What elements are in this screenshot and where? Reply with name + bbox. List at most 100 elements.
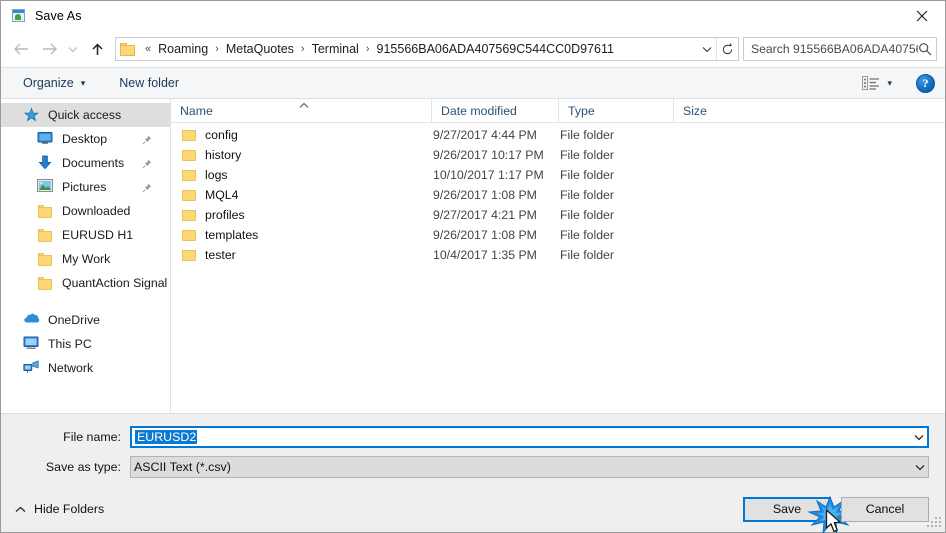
sidebar-item-label: EURUSD H1 bbox=[62, 228, 134, 242]
table-row[interactable]: logs 10/10/2017 1:17 PM File folder bbox=[171, 165, 945, 185]
breadcrumb-separator[interactable]: › bbox=[297, 43, 309, 55]
sidebar-item-my-work[interactable]: My Work bbox=[1, 247, 170, 271]
folder-icon bbox=[181, 128, 197, 142]
table-row[interactable]: tester 10/4/2017 1:35 PM File folder bbox=[171, 245, 945, 265]
chevron-up-icon bbox=[15, 502, 26, 516]
chevron-down-icon bbox=[914, 434, 923, 440]
chevron-down-icon bbox=[702, 46, 712, 52]
sidebar-item-label: Documents bbox=[62, 156, 125, 170]
organize-button[interactable]: Organize ▾ bbox=[15, 72, 93, 94]
address-bar[interactable]: « Roaming › MetaQuotes › Terminal › 9155… bbox=[115, 37, 739, 61]
file-type-cell: File folder bbox=[560, 248, 614, 262]
filename-label: File name: bbox=[63, 430, 121, 444]
navigation-pane: Quick access Desktop Documents Pictures … bbox=[1, 99, 171, 413]
view-layout-icon bbox=[862, 76, 880, 90]
title-bar: Save As bbox=[1, 1, 945, 31]
sidebar-item-this-pc[interactable]: This PC bbox=[1, 332, 170, 356]
column-header-size[interactable]: Size bbox=[673, 98, 753, 123]
file-date-cell: 9/27/2017 4:21 PM bbox=[433, 208, 537, 222]
save-button-label: Save bbox=[772, 502, 802, 516]
column-header-name[interactable]: Name bbox=[171, 99, 431, 123]
sidebar-item-documents[interactable]: Documents bbox=[1, 151, 170, 175]
filename-row: File name: EURUSD2 bbox=[17, 426, 929, 448]
sidebar-item-label: Pictures bbox=[62, 180, 107, 194]
filetype-label: Save as type: bbox=[45, 460, 121, 474]
breadcrumb: « Roaming › MetaQuotes › Terminal › 9155… bbox=[141, 40, 698, 58]
sidebar-item-label: This PC bbox=[48, 337, 92, 351]
sidebar-item-desktop[interactable]: Desktop bbox=[1, 127, 170, 151]
pin-icon[interactable] bbox=[142, 158, 152, 169]
table-row[interactable]: templates 9/26/2017 1:08 PM File folder bbox=[171, 225, 945, 245]
file-date-cell: 9/26/2017 1:08 PM bbox=[433, 228, 537, 242]
chevron-down-icon bbox=[915, 464, 924, 470]
sidebar-item-label: My Work bbox=[62, 252, 111, 266]
close-button[interactable] bbox=[899, 1, 945, 31]
back-button[interactable] bbox=[7, 35, 35, 63]
view-options-button[interactable]: ▾ bbox=[854, 72, 900, 94]
up-button[interactable] bbox=[83, 35, 111, 63]
save-button[interactable]: Save bbox=[743, 495, 853, 533]
file-name: MQL4 bbox=[205, 188, 239, 202]
column-header-type[interactable]: Type bbox=[558, 98, 673, 123]
hide-folders-button[interactable]: Hide Folders bbox=[15, 502, 104, 516]
resize-grip-icon[interactable] bbox=[927, 515, 941, 529]
sidebar-item-quick-access[interactable]: Quick access bbox=[1, 103, 170, 127]
folder-icon bbox=[37, 227, 55, 243]
sidebar-item-label: QuantAction Signal bbox=[62, 276, 168, 290]
pin-icon[interactable] bbox=[142, 134, 152, 145]
breadcrumb-separator[interactable]: › bbox=[211, 43, 223, 55]
cancel-button[interactable]: Cancel bbox=[841, 496, 929, 522]
arrow-left-icon bbox=[13, 43, 28, 55]
help-icon[interactable]: ? bbox=[916, 73, 935, 93]
arrow-up-icon bbox=[91, 42, 103, 55]
sidebar-item-label: Downloaded bbox=[62, 204, 131, 218]
breadcrumb-item-3[interactable]: 915566BA06ADA407569C544CC0D97611 bbox=[374, 40, 617, 58]
breadcrumb-item-0[interactable]: Roaming bbox=[155, 40, 211, 58]
folder-icon bbox=[37, 275, 55, 291]
pin-icon[interactable] bbox=[142, 182, 152, 193]
file-name-cell: config bbox=[171, 128, 431, 142]
search-box[interactable] bbox=[743, 37, 937, 61]
table-row[interactable]: config 9/27/2017 4:44 PM File folder bbox=[171, 125, 945, 145]
chevron-down-icon bbox=[68, 46, 78, 52]
filename-value: EURUSD2 bbox=[135, 430, 198, 444]
cancel-button-label: Cancel bbox=[865, 502, 905, 516]
filetype-dropdown-button[interactable] bbox=[911, 457, 928, 477]
sidebar-item-pictures[interactable]: Pictures bbox=[1, 175, 170, 199]
breadcrumb-overflow[interactable]: « bbox=[141, 43, 155, 55]
close-icon bbox=[916, 10, 928, 22]
sidebar-item-downloaded[interactable]: Downloaded bbox=[1, 199, 170, 223]
recent-locations-button[interactable] bbox=[63, 35, 83, 63]
sidebar-item-quantaction-signal[interactable]: QuantAction Signal bbox=[1, 271, 170, 295]
filename-dropdown-button[interactable] bbox=[910, 428, 927, 446]
address-dropdown-button[interactable] bbox=[698, 38, 716, 60]
dialog-body: Quick access Desktop Documents Pictures … bbox=[1, 98, 945, 413]
folder-icon bbox=[181, 208, 197, 222]
breadcrumb-item-2[interactable]: Terminal bbox=[309, 40, 362, 58]
sidebar-item-eurusd-h1[interactable]: EURUSD H1 bbox=[1, 223, 170, 247]
breadcrumb-item-1[interactable]: MetaQuotes bbox=[223, 40, 297, 58]
sidebar-item-onedrive[interactable]: OneDrive bbox=[1, 308, 170, 332]
filename-input[interactable]: EURUSD2 bbox=[130, 426, 929, 448]
save-form: File name: EURUSD2 Save as type: ASCII T… bbox=[1, 413, 945, 486]
sidebar-item-network[interactable]: Network bbox=[1, 356, 170, 380]
chevron-down-icon: ▾ bbox=[80, 77, 86, 88]
sidebar-item-label: Network bbox=[48, 361, 94, 375]
chevron-down-icon: ▾ bbox=[887, 77, 892, 88]
table-row[interactable]: profiles 9/27/2017 4:21 PM File folder bbox=[171, 205, 945, 225]
refresh-button[interactable] bbox=[716, 38, 738, 60]
new-folder-button[interactable]: New folder bbox=[111, 72, 187, 94]
save-as-dialog: Save As « Roaming › MetaQuotes › Termina… bbox=[0, 0, 946, 533]
breadcrumb-separator[interactable]: › bbox=[362, 43, 374, 55]
column-header-date-modified[interactable]: Date modified bbox=[431, 98, 558, 123]
filetype-select[interactable]: ASCII Text (*.csv) bbox=[130, 456, 929, 478]
search-input[interactable] bbox=[751, 42, 918, 56]
table-row[interactable]: history 9/26/2017 10:17 PM File folder bbox=[171, 145, 945, 165]
file-type-cell: File folder bbox=[560, 208, 614, 222]
file-name-cell: logs bbox=[171, 168, 431, 182]
forward-button[interactable] bbox=[35, 35, 63, 63]
file-date-cell: 9/27/2017 4:44 PM bbox=[433, 128, 537, 142]
search-icon[interactable] bbox=[918, 42, 932, 56]
file-name-cell: history bbox=[171, 148, 431, 162]
table-row[interactable]: MQL4 9/26/2017 1:08 PM File folder bbox=[171, 185, 945, 205]
